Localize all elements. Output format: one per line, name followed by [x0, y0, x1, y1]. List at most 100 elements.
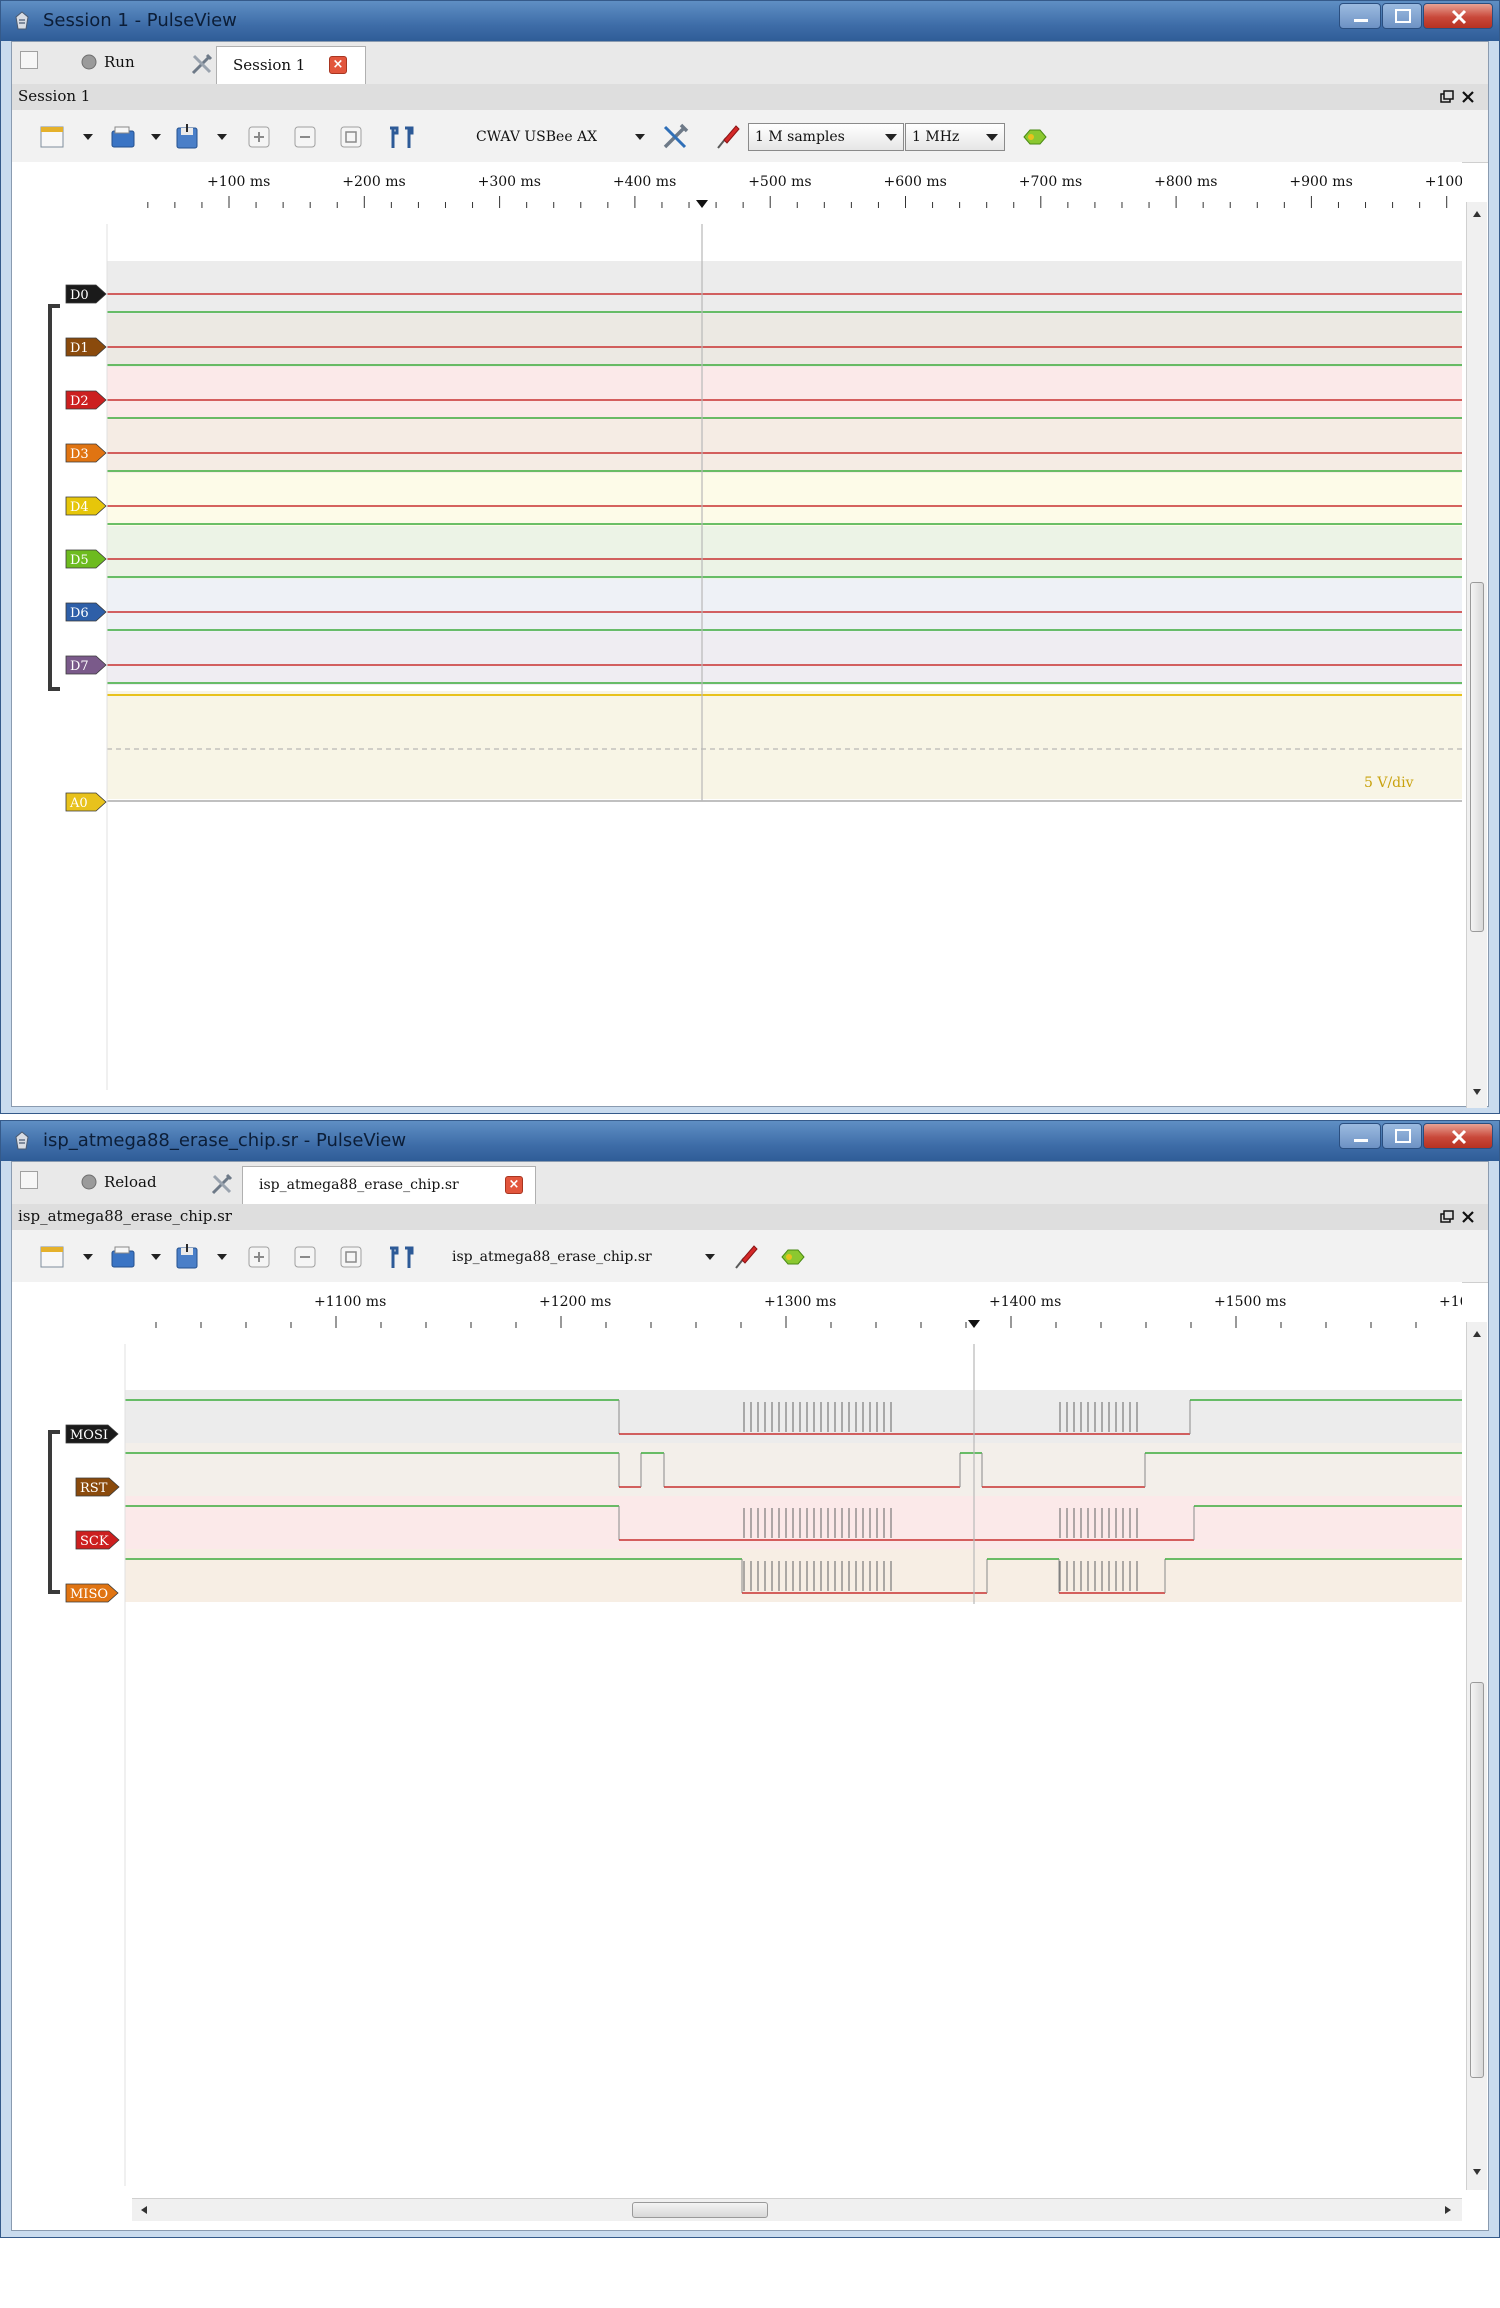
trace-view[interactable]: D0 D1 D2 D3 D4 D5 D6 D7 5 V/div A0 — [12, 224, 1462, 1090]
new-session-icon[interactable] — [20, 1171, 38, 1189]
channel-group-bracket[interactable] — [48, 304, 60, 691]
scroll-up-icon[interactable] — [1472, 210, 1482, 218]
scroll-up-icon[interactable] — [1472, 1330, 1482, 1338]
scroll-left-icon[interactable] — [140, 2205, 148, 2215]
zoom-in-icon[interactable] — [244, 1242, 274, 1272]
trace-view[interactable]: MOSI RST SCK MISO — [12, 1344, 1462, 2186]
scroll-right-icon[interactable] — [1444, 2205, 1452, 2215]
device-dropdown-arrow-icon[interactable] — [634, 132, 646, 142]
dropdown-arrow-icon[interactable] — [82, 1252, 94, 1262]
undock-icon[interactable] — [1439, 1209, 1455, 1225]
open-file-icon[interactable] — [108, 122, 138, 152]
new-file-icon[interactable] — [38, 1242, 68, 1272]
channel-name: D1 — [70, 341, 89, 356]
device-selector[interactable]: isp_atmega88_erase_chip.sr — [452, 1244, 652, 1270]
open-file-icon[interactable] — [108, 1242, 138, 1272]
close-dock-icon[interactable] — [1460, 1209, 1476, 1225]
dropdown-arrow-icon[interactable] — [216, 1252, 228, 1262]
trigger-marker-icon[interactable] — [696, 200, 708, 208]
channel-label-sck[interactable]: SCK — [75, 1530, 120, 1550]
channel-label-d3[interactable]: D3 — [65, 443, 107, 463]
time-ruler[interactable]: +1100 ms +1200 ms +1300 ms +1400 ms +1500 ms… — [12, 1282, 1462, 1344]
trigger-marker-icon[interactable] — [968, 1320, 980, 1328]
tab-session-1[interactable]: Session 1 × — [216, 46, 366, 84]
scroll-down-icon[interactable] — [1472, 2168, 1482, 2176]
ruler-label: +500 ms — [748, 174, 811, 190]
zoom-out-icon[interactable] — [290, 1242, 320, 1272]
channel-name: SCK — [80, 1534, 109, 1549]
save-file-icon[interactable] — [172, 122, 202, 152]
minimize-button[interactable] — [1339, 3, 1381, 29]
undock-icon[interactable] — [1439, 89, 1455, 105]
channel-name: D0 — [70, 288, 89, 303]
device-dropdown-arrow-icon[interactable] — [704, 1252, 716, 1262]
sample-rate-select[interactable]: 1 MHz — [905, 123, 1005, 151]
vertical-scroll-thumb[interactable] — [1470, 1682, 1484, 2078]
sample-count-select[interactable]: 1 M samples — [748, 123, 904, 151]
close-button[interactable] — [1423, 3, 1493, 29]
channel-label-a0[interactable]: A0 — [65, 792, 107, 812]
channel-label-d6[interactable]: D6 — [65, 602, 107, 622]
probe-config-icon[interactable] — [712, 122, 742, 152]
dropdown-arrow-icon[interactable] — [82, 132, 94, 142]
zoom-fit-icon[interactable] — [336, 1242, 366, 1272]
new-file-icon[interactable] — [38, 122, 68, 152]
show-cursors-icon[interactable] — [386, 122, 416, 152]
horizontal-scrollbar[interactable] — [132, 2198, 1462, 2221]
minimize-button[interactable] — [1339, 1123, 1381, 1149]
new-session-icon[interactable] — [20, 51, 38, 69]
zoom-fit-icon[interactable] — [336, 122, 366, 152]
show-cursors-icon[interactable] — [386, 1242, 416, 1272]
session-title-bar: isp_atmega88_erase_chip.sr — [12, 1204, 1488, 1231]
tab-close-icon[interactable]: × — [505, 1176, 523, 1194]
channel-label-d0[interactable]: D0 — [65, 284, 107, 304]
scroll-down-icon[interactable] — [1472, 1088, 1482, 1096]
reload-button[interactable]: Reload — [80, 1168, 170, 1196]
device-config-icon[interactable] — [660, 122, 690, 152]
dropdown-arrow-icon[interactable] — [150, 132, 162, 142]
dropdown-arrow-icon[interactable] — [150, 1252, 162, 1262]
vertical-scrollbar[interactable] — [1466, 202, 1487, 1108]
horizontal-scroll-thumb[interactable] — [632, 2202, 768, 2218]
time-ruler[interactable]: +100 ms +200 ms +300 ms +400 ms +500 ms +600 … — [12, 162, 1462, 224]
vertical-scroll-thumb[interactable] — [1470, 582, 1484, 932]
pulseview-app-icon — [15, 1131, 29, 1150]
settings-tools-icon[interactable] — [190, 52, 214, 76]
channel-label-d7[interactable]: D7 — [65, 655, 107, 675]
channel-row-bg — [107, 526, 1462, 579]
channel-label-d2[interactable]: D2 — [65, 390, 107, 410]
channel-label-miso[interactable]: MISO — [65, 1583, 119, 1603]
main-area: Run Session 1 × Session 1 CWAV USBee AX … — [11, 41, 1489, 1108]
run-button[interactable]: Run — [80, 48, 160, 76]
tab-isp-file[interactable]: isp_atmega88_erase_chip.sr × — [242, 1166, 536, 1204]
maximize-button[interactable] — [1382, 1123, 1422, 1149]
maximize-button[interactable] — [1382, 3, 1422, 29]
channel-label-d1[interactable]: D1 — [65, 337, 107, 357]
decoder-add-icon[interactable] — [1020, 122, 1050, 152]
dropdown-arrow-icon[interactable] — [216, 132, 228, 142]
title-bar[interactable]: Session 1 - PulseView — [1, 1, 1499, 41]
window-session-1: Session 1 - PulseView Run Session 1 × Se… — [0, 0, 1500, 1114]
save-file-icon[interactable] — [172, 1242, 202, 1272]
pulseview-app-icon — [15, 11, 29, 30]
window-isp-file: isp_atmega88_erase_chip.sr - PulseView R… — [0, 1120, 1500, 2238]
channel-group-bracket[interactable] — [48, 1430, 60, 1594]
channel-label-mosi[interactable]: MOSI — [65, 1424, 119, 1444]
channel-row-bg — [107, 420, 1462, 473]
close-dock-icon[interactable] — [1460, 89, 1476, 105]
channel-row-bg — [107, 261, 1462, 314]
decoder-add-icon[interactable] — [778, 1242, 808, 1272]
device-selector[interactable]: CWAV USBee AX — [476, 124, 597, 150]
session-title-bar: Session 1 — [12, 84, 1488, 111]
close-button[interactable] — [1423, 1123, 1493, 1149]
zoom-in-icon[interactable] — [244, 122, 274, 152]
title-bar[interactable]: isp_atmega88_erase_chip.sr - PulseView — [1, 1121, 1499, 1161]
vertical-scrollbar[interactable] — [1466, 1322, 1487, 2190]
zoom-out-icon[interactable] — [290, 122, 320, 152]
tab-close-icon[interactable]: × — [329, 56, 347, 74]
channel-label-d4[interactable]: D4 — [65, 496, 107, 516]
probe-config-icon[interactable] — [730, 1242, 760, 1272]
settings-tools-icon[interactable] — [210, 1172, 234, 1196]
channel-label-d5[interactable]: D5 — [65, 549, 107, 569]
channel-label-rst[interactable]: RST — [75, 1477, 120, 1497]
